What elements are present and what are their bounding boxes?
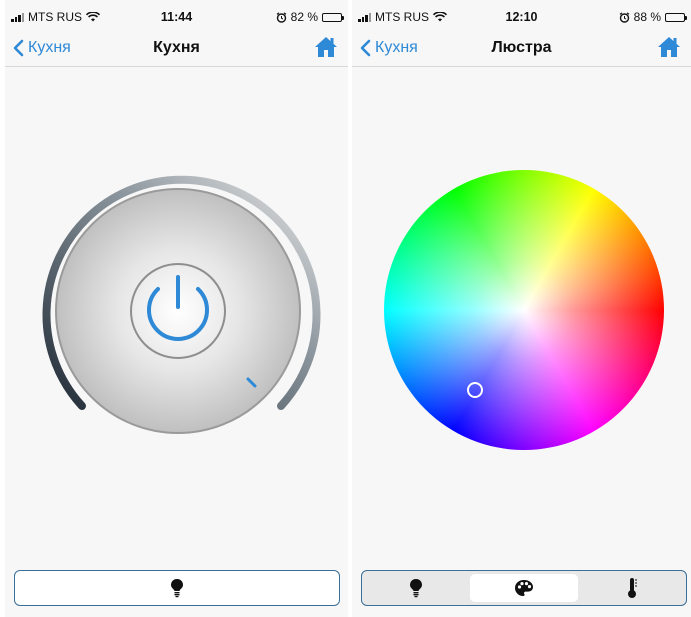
color-area [352,67,691,617]
status-bar: MTS RUS 12:10 88 % [352,0,691,34]
alarm-icon [276,11,287,23]
color-wheel[interactable] [384,170,664,450]
dimmer-area [5,67,348,617]
tab-temperature[interactable] [578,571,686,605]
home-icon [315,37,337,57]
home-icon [658,37,680,57]
battery-icon [322,12,344,22]
tab-palette[interactable] [470,574,578,602]
battery-percent: 82 % [290,10,318,24]
battery-percent: 88 % [633,10,661,24]
color-picker-handle[interactable] [467,382,483,398]
color-picker-screen: MTS RUS 12:10 88 % Кухня Люстра [352,0,691,617]
battery-icon [665,12,687,22]
alarm-icon [619,11,630,23]
page-title: Люстра [491,39,552,56]
home-button[interactable] [314,36,338,63]
navigation-bar: Кухня Кухня [5,34,348,67]
tab-bulb[interactable] [14,570,340,606]
dimmer-screen: MTS RUS 11:44 82 % Кухня Кухня [5,0,348,617]
status-bar: MTS RUS 11:44 82 % [5,0,348,34]
thermometer-icon [628,578,637,598]
palette-icon [515,580,533,596]
bulb-icon [410,579,422,598]
dimmer-knob[interactable] [55,188,301,434]
bulb-icon [171,579,183,598]
page-title: Кухня [153,39,200,56]
navigation-bar: Кухня Люстра [352,34,691,67]
home-button[interactable] [657,36,681,63]
mode-tabs [361,570,687,606]
tab-bulb[interactable] [362,571,470,605]
